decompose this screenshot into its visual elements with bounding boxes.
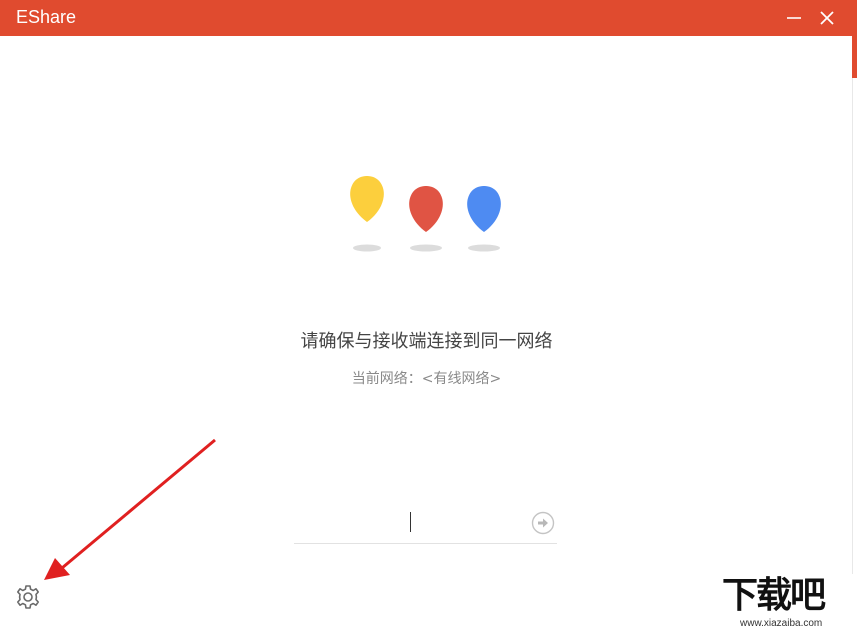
watermark-url: www.xiazaiba.com	[740, 618, 823, 629]
side-edge-accent	[852, 36, 857, 78]
title-bar: EShare	[0, 0, 857, 36]
watermark: 下载吧 www.xiazaiba.com	[722, 574, 855, 630]
window-title: EShare	[16, 7, 77, 27]
eshare-window: EShare 请确保与接收端连接到同一网络 当前网络：<有线网络> 下载吧 ww…	[0, 0, 857, 630]
current-network-label: 当前网络：<有线网络>	[351, 371, 502, 387]
red-drop-icon	[409, 186, 443, 232]
yellow-shadow	[353, 244, 381, 252]
red-shadow	[410, 244, 442, 252]
arrow-right-circle-icon	[531, 511, 555, 535]
same-network-heading: 请确保与接收端连接到同一网络	[300, 331, 553, 352]
blue-drop-icon	[467, 186, 501, 232]
watermark-logo-text: 下载吧	[722, 575, 826, 616]
pin-input-underline	[294, 543, 557, 544]
text-caret	[410, 512, 411, 532]
yellow-drop-icon	[350, 176, 384, 222]
gear-icon	[17, 585, 39, 609]
close-button[interactable]	[809, 0, 845, 36]
minimize-icon	[787, 17, 801, 19]
close-icon	[820, 11, 834, 25]
minimize-button[interactable]	[776, 0, 812, 36]
settings-button[interactable]	[14, 583, 42, 611]
window-right-border	[852, 78, 853, 630]
blue-shadow	[468, 244, 500, 252]
pin-code-input[interactable]	[294, 508, 528, 540]
eshare-logo	[350, 176, 501, 252]
connect-button[interactable]	[531, 511, 555, 535]
